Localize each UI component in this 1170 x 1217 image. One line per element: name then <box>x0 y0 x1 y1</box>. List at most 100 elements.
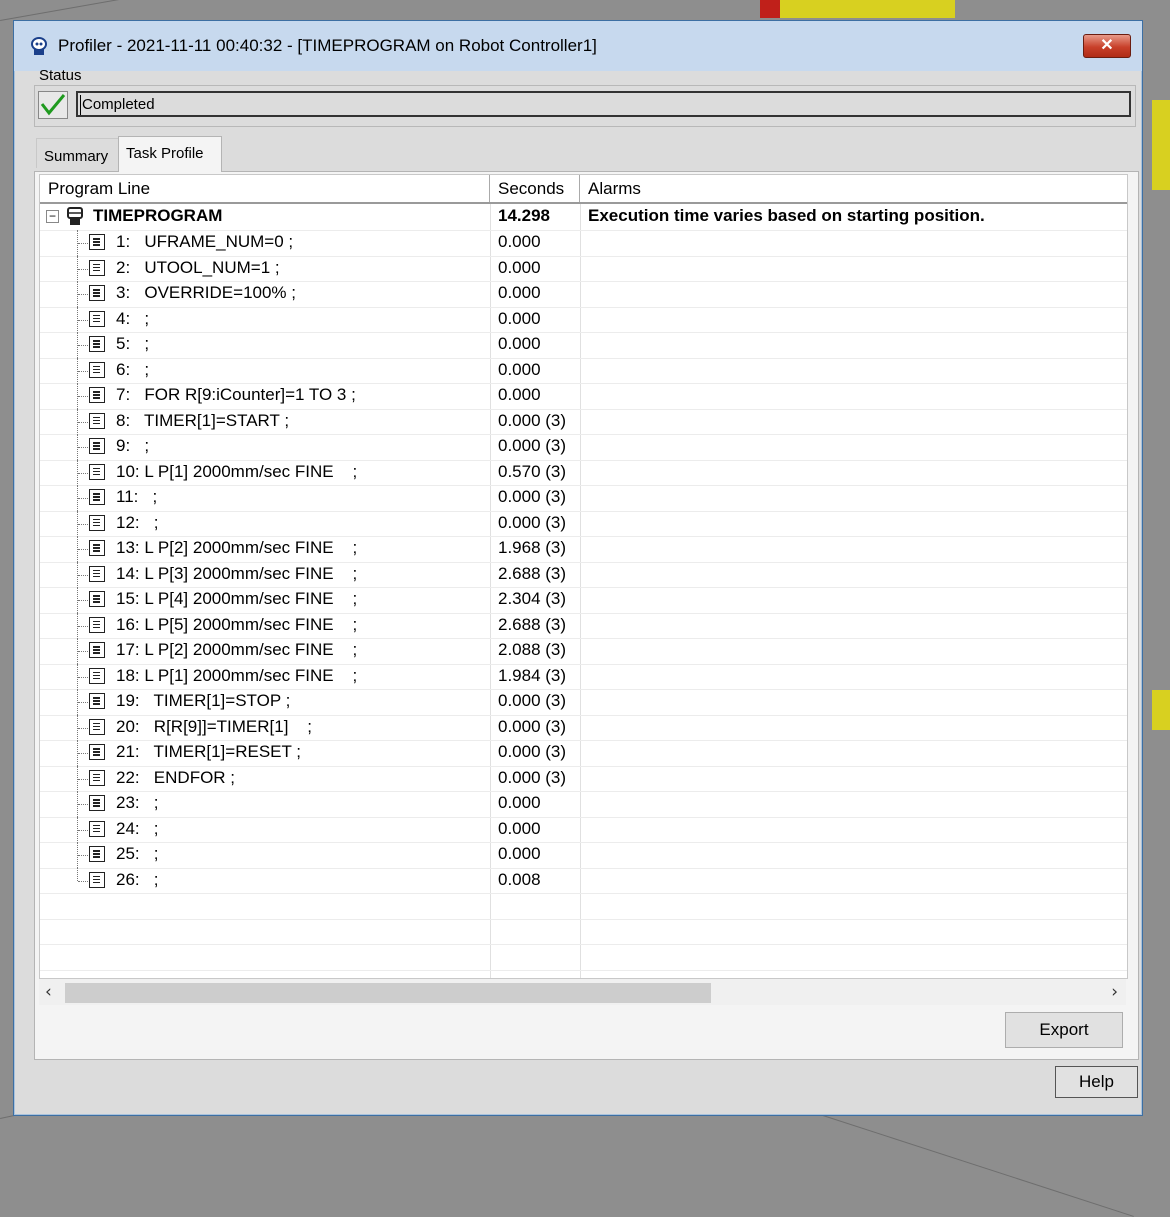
document-lines-icon <box>89 259 105 276</box>
table-row[interactable]: 8: TIMER[1]=START ; 0.000 (3) <box>40 408 1127 435</box>
scroll-right-icon[interactable]: › <box>1111 982 1118 1002</box>
document-lines-icon <box>89 463 105 480</box>
line-seconds: 0.000 (3) <box>498 512 567 532</box>
tree-connector <box>78 625 88 628</box>
table-row[interactable]: 26: ; 0.008 <box>40 867 1127 894</box>
table-row[interactable]: 9: ; 0.000 (3) <box>40 434 1127 461</box>
column-header-alarms[interactable]: Alarms <box>580 175 1127 202</box>
line-seconds: 1.968 (3) <box>498 538 567 557</box>
robot-arm-shape <box>1152 690 1170 730</box>
grid-header: Program Line Seconds Alarms <box>40 175 1127 204</box>
tree-connector <box>78 523 88 526</box>
program-line-text: 8: TIMER[1]=START ; <box>116 410 290 430</box>
line-seconds: 0.000 <box>498 283 541 302</box>
tree-connector <box>78 753 88 755</box>
table-row[interactable]: 10: L P[1] 2000mm/sec FINE ; 0.570 (3) <box>40 459 1127 486</box>
program-line-text: 2: UTOOL_NUM=1 ; <box>116 257 280 277</box>
table-row[interactable]: 19: TIMER[1]=STOP ; 0.000 (3) <box>40 689 1127 716</box>
table-row[interactable]: 3: OVERRIDE=100% ; 0.000 <box>40 281 1127 308</box>
document-lines-icon <box>89 489 105 505</box>
status-field[interactable]: Completed <box>76 91 1131 117</box>
tree-connector <box>78 702 88 704</box>
tree-connector <box>78 345 88 347</box>
table-row[interactable]: 2: UTOOL_NUM=1 ; 0.000 <box>40 255 1127 282</box>
robot-program-icon <box>67 207 83 225</box>
table-row[interactable]: 16: L P[5] 2000mm/sec FINE ; 2.688 (3) <box>40 612 1127 639</box>
document-lines-icon <box>89 667 105 684</box>
document-lines-icon <box>89 591 105 607</box>
document-lines-icon <box>89 234 105 250</box>
tree-root-row[interactable]: − TIMEPROGRAM 14.298 Execution time vari… <box>40 204 1127 231</box>
line-seconds: 2.088 (3) <box>498 640 567 659</box>
program-line-text: 19: TIMER[1]=STOP ; <box>116 691 291 710</box>
profile-grid[interactable]: Program Line Seconds Alarms − TIMEPROGRA… <box>39 174 1128 979</box>
table-row[interactable]: 22: ENDFOR ; 0.000 (3) <box>40 765 1127 792</box>
program-line-text: 3: OVERRIDE=100% ; <box>116 283 296 302</box>
collapse-icon[interactable]: − <box>46 210 59 223</box>
tree-connector <box>78 421 88 424</box>
scroll-thumb[interactable] <box>65 983 711 1003</box>
table-row[interactable]: 12: ; 0.000 (3) <box>40 510 1127 537</box>
line-seconds: 0.000 (3) <box>498 742 567 761</box>
document-lines-icon <box>89 744 105 760</box>
document-lines-icon <box>89 795 105 811</box>
help-button[interactable]: Help <box>1055 1066 1138 1098</box>
document-lines-icon <box>89 846 105 862</box>
table-row[interactable]: 21: TIMER[1]=RESET ; 0.000 (3) <box>40 740 1127 767</box>
profiler-window: Profiler - 2021-11-11 00:40:32 - [TIMEPR… <box>13 20 1143 1116</box>
program-line-text: 26: ; <box>116 869 159 889</box>
table-row[interactable]: 4: ; 0.000 <box>40 306 1127 333</box>
close-button[interactable]: ✕ <box>1083 34 1131 58</box>
document-lines-icon <box>89 438 105 454</box>
window-title: Profiler - 2021-11-11 00:40:32 - [TIMEPR… <box>58 36 597 55</box>
line-seconds: 0.000 (3) <box>498 436 567 455</box>
horizontal-scrollbar[interactable]: ‹ › <box>39 979 1126 1005</box>
table-row[interactable]: 1: UFRAME_NUM=0 ; 0.000 <box>40 230 1127 257</box>
line-seconds: 0.008 <box>498 869 541 889</box>
root-seconds: 14.298 <box>498 206 550 225</box>
line-seconds: 0.000 (3) <box>498 691 567 710</box>
table-row[interactable]: 18: L P[1] 2000mm/sec FINE ; 1.984 (3) <box>40 663 1127 690</box>
tree-connector <box>78 651 88 653</box>
document-lines-icon <box>89 565 105 582</box>
task-profile-panel: Program Line Seconds Alarms − TIMEPROGRA… <box>34 171 1139 1060</box>
table-row[interactable]: 17: L P[2] 2000mm/sec FINE ; 2.088 (3) <box>40 638 1127 665</box>
line-seconds: 0.000 <box>498 257 541 277</box>
scroll-left-icon[interactable]: ‹ <box>45 982 52 1002</box>
column-header-program-line[interactable]: Program Line <box>40 175 490 202</box>
table-row[interactable]: 7: FOR R[9:iCounter]=1 TO 3 ; 0.000 <box>40 383 1127 410</box>
tab-task-profile[interactable]: Task Profile <box>118 136 222 172</box>
check-icon <box>38 91 68 119</box>
table-row[interactable]: 13: L P[2] 2000mm/sec FINE ; 1.968 (3) <box>40 536 1127 563</box>
program-line-text: 12: ; <box>116 512 159 532</box>
program-line-text: 17: L P[2] 2000mm/sec FINE ; <box>116 640 358 659</box>
column-header-seconds[interactable]: Seconds <box>490 175 580 202</box>
table-row[interactable]: 15: L P[4] 2000mm/sec FINE ; 2.304 (3) <box>40 587 1127 614</box>
tree-connector <box>78 396 88 398</box>
table-row[interactable]: 25: ; 0.000 <box>40 842 1127 869</box>
line-seconds: 0.000 <box>498 334 541 353</box>
line-seconds: 0.000 <box>498 844 541 863</box>
table-row[interactable]: 6: ; 0.000 <box>40 357 1127 384</box>
tree-connector <box>78 498 88 500</box>
document-lines-icon <box>89 514 105 531</box>
program-line-text: 21: TIMER[1]=RESET ; <box>116 742 302 761</box>
tree-connector <box>78 268 88 271</box>
empty-row <box>40 944 1127 971</box>
text-caret <box>80 95 81 115</box>
tree-connector <box>78 676 88 679</box>
line-seconds: 0.000 (3) <box>498 410 567 430</box>
document-lines-icon <box>89 693 105 709</box>
tab-summary[interactable]: Summary <box>36 138 118 168</box>
export-button[interactable]: Export <box>1005 1012 1123 1048</box>
table-row[interactable]: 5: ; 0.000 <box>40 332 1127 359</box>
document-lines-icon <box>89 616 105 633</box>
title-bar[interactable]: Profiler - 2021-11-11 00:40:32 - [TIMEPR… <box>14 21 1142 71</box>
table-row[interactable]: 14: L P[3] 2000mm/sec FINE ; 2.688 (3) <box>40 561 1127 588</box>
tree-connector <box>78 804 88 806</box>
table-row[interactable]: 23: ; 0.000 <box>40 791 1127 818</box>
table-row[interactable]: 20: R[R[9]]=TIMER[1] ; 0.000 (3) <box>40 714 1127 741</box>
document-lines-icon <box>89 642 105 658</box>
table-row[interactable]: 11: ; 0.000 (3) <box>40 485 1127 512</box>
table-row[interactable]: 24: ; 0.000 <box>40 816 1127 843</box>
